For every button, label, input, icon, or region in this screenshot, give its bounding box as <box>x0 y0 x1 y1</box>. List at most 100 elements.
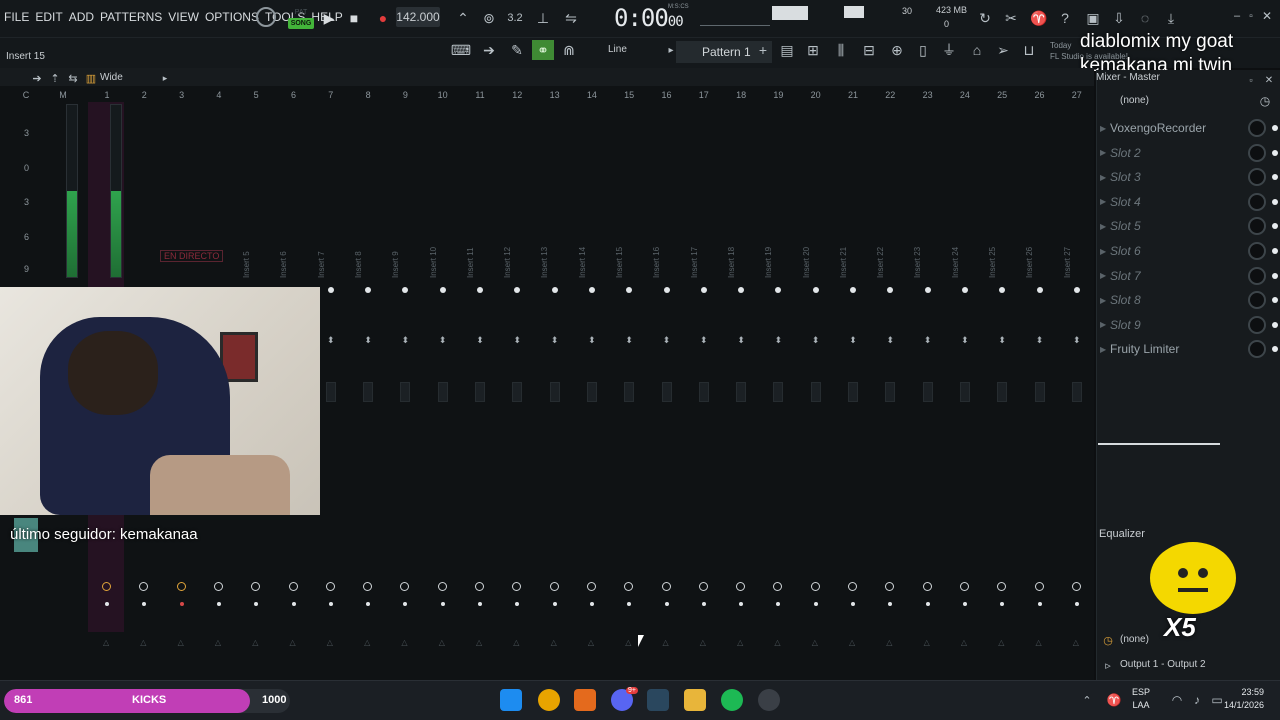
app-icon[interactable] <box>758 689 780 711</box>
wifi-icon[interactable]: ◠ <box>1166 690 1188 710</box>
insert-name[interactable]: Insert 12 <box>503 247 512 278</box>
insert-name[interactable]: Insert 17 <box>690 247 699 278</box>
slot-mix-knob[interactable] <box>1248 266 1266 285</box>
effect-slot[interactable]: ▶ Slot 6 <box>1100 239 1278 263</box>
slot-expand-icon[interactable]: ▶ <box>1100 320 1110 329</box>
slot-expand-icon[interactable]: ▶ <box>1100 173 1110 182</box>
effect-slot[interactable]: ▶ Slot 2 <box>1100 141 1278 165</box>
insert-name[interactable]: Insert 9 <box>391 251 400 278</box>
mixer-icon[interactable]: ⫼ <box>830 40 852 60</box>
insert-mute-dot[interactable] <box>663 287 670 293</box>
insert-name[interactable]: Insert 26 <box>1025 247 1034 278</box>
slot-expand-icon[interactable]: ▶ <box>1100 271 1110 280</box>
countdown-icon[interactable]: 3.2 <box>504 8 526 28</box>
system-clock[interactable]: 23:59 14/1/2026 <box>1212 686 1264 712</box>
browser-icon[interactable]: ⊟ <box>858 40 880 60</box>
insert-mute-dot[interactable] <box>551 287 558 293</box>
chrome-icon[interactable] <box>538 689 560 711</box>
slot-mix-knob[interactable] <box>1248 242 1266 260</box>
insert-pan-arrow-icon[interactable]: ⬍ <box>1035 335 1045 345</box>
insert-route-arrow-icon[interactable]: △ <box>625 638 631 647</box>
insert-route-dot[interactable] <box>589 602 594 606</box>
file-explorer-icon[interactable] <box>684 689 706 711</box>
insert-mute-dot[interactable] <box>327 287 334 293</box>
panel-close-icon[interactable]: ✕ <box>1258 70 1280 90</box>
insert-pan-arrow-icon[interactable]: ⬍ <box>326 335 336 345</box>
slot-enable-dot[interactable] <box>1272 223 1278 230</box>
insert-fader[interactable] <box>997 382 1008 402</box>
menu-edit[interactable]: EDIT <box>35 10 62 24</box>
insert-route-arrow-icon[interactable]: △ <box>178 638 184 647</box>
insert-route-dot[interactable] <box>851 602 855 606</box>
metronome-icon[interactable]: ⌃ <box>452 8 474 28</box>
insert-mute-dot[interactable] <box>812 287 819 293</box>
insert-route-dot[interactable] <box>478 602 482 606</box>
insert-send-knob[interactable] <box>810 582 820 591</box>
menu-options[interactable]: OPTIONS <box>205 10 259 24</box>
insert-name[interactable]: Insert 19 <box>764 247 773 278</box>
playlist-icon[interactable]: ▤ <box>776 40 798 60</box>
insert-pan-arrow-icon[interactable]: ⬍ <box>736 335 746 345</box>
effect-slot[interactable]: ▶ Fruity Limiter <box>1100 337 1278 361</box>
insert-name[interactable]: Insert 16 <box>652 247 661 278</box>
insert-route-arrow-icon[interactable]: △ <box>290 638 296 647</box>
slot-enable-dot[interactable] <box>1272 198 1278 205</box>
insert-name[interactable]: Insert 7 <box>317 251 326 278</box>
insert-pan-arrow-icon[interactable]: ⬍ <box>699 335 709 345</box>
microphone-icon[interactable]: ♈ <box>1028 8 1050 28</box>
insert-name[interactable]: Insert 27 <box>1063 247 1072 278</box>
insert-fader[interactable] <box>363 382 374 402</box>
fl-studio-icon[interactable] <box>574 689 596 711</box>
slot-enable-dot[interactable] <box>1272 321 1278 328</box>
insert-route-dot[interactable] <box>813 602 818 606</box>
insert-route-dot[interactable] <box>701 602 706 606</box>
insert-fader[interactable] <box>736 382 747 402</box>
insert-name[interactable]: Insert 20 <box>802 247 811 278</box>
plugin-icon[interactable]: ⊕ <box>886 40 908 60</box>
insert-pan-arrow-icon[interactable]: ⬍ <box>400 335 410 345</box>
insert-pan-arrow-icon[interactable]: ⬍ <box>363 335 373 345</box>
undo-history-icon[interactable]: ↻ <box>974 8 996 28</box>
slot-enable-dot[interactable] <box>1272 272 1278 279</box>
insert-name[interactable]: Insert 21 <box>839 247 848 278</box>
insert-fader[interactable] <box>1071 382 1082 402</box>
insert-route-dot[interactable] <box>105 602 109 606</box>
insert-mute-dot[interactable] <box>477 287 483 293</box>
slot-mix-knob[interactable] <box>1248 315 1266 334</box>
slot-enable-dot[interactable] <box>1272 297 1278 304</box>
insert-mute-dot[interactable] <box>1073 287 1080 293</box>
insert-mute-dot[interactable] <box>439 287 446 293</box>
insert-name[interactable]: Insert 8 <box>354 251 363 278</box>
insert-route-dot[interactable] <box>328 602 333 606</box>
draw-icon[interactable]: ✎ <box>506 40 528 60</box>
slot-expand-icon[interactable]: ▶ <box>1100 124 1110 133</box>
insert-pan-arrow-icon[interactable]: ⬍ <box>960 335 970 345</box>
help-icon[interactable]: ? <box>1054 8 1076 28</box>
insert-name[interactable]: Insert 24 <box>951 247 960 278</box>
insert-send-knob[interactable] <box>549 582 559 591</box>
insert-route-arrow-icon[interactable]: △ <box>737 638 743 647</box>
insert-fader[interactable] <box>512 382 523 402</box>
insert-fader[interactable] <box>1034 382 1045 402</box>
insert-send-knob[interactable] <box>102 582 111 591</box>
insert-pan-arrow-icon[interactable]: ⬍ <box>848 335 858 345</box>
insert-pan-arrow-icon[interactable]: ⬍ <box>438 335 448 345</box>
link-icon[interactable]: ⚭ <box>532 40 554 60</box>
insert-send-knob[interactable] <box>1071 582 1081 591</box>
insert-name[interactable]: Insert 23 <box>913 247 922 278</box>
master-volume-knob[interactable] <box>256 7 276 27</box>
insert-route-dot[interactable] <box>552 602 557 606</box>
slot-expand-icon[interactable]: ▶ <box>1100 222 1110 231</box>
insert-pan-arrow-icon[interactable]: ⬍ <box>923 335 933 345</box>
mixer-view-label[interactable]: Wide <box>100 72 123 83</box>
insert-route-dot[interactable] <box>664 602 669 606</box>
insert-pan-arrow-icon[interactable]: ⬍ <box>997 335 1007 345</box>
menu-add[interactable]: ADD <box>69 10 94 24</box>
slot-expand-icon[interactable]: ▶ <box>1100 197 1110 206</box>
insert-pan-arrow-icon[interactable]: ⬍ <box>475 335 485 345</box>
output-none-selector[interactable]: (none) <box>1100 630 1276 650</box>
slot-enable-dot[interactable] <box>1272 346 1278 353</box>
effect-slot[interactable]: ▶ VoxengoRecorder <box>1100 116 1278 140</box>
play-icon[interactable]: ▶ <box>318 8 340 28</box>
input-routing-icon[interactable]: ◷ <box>1254 91 1276 111</box>
